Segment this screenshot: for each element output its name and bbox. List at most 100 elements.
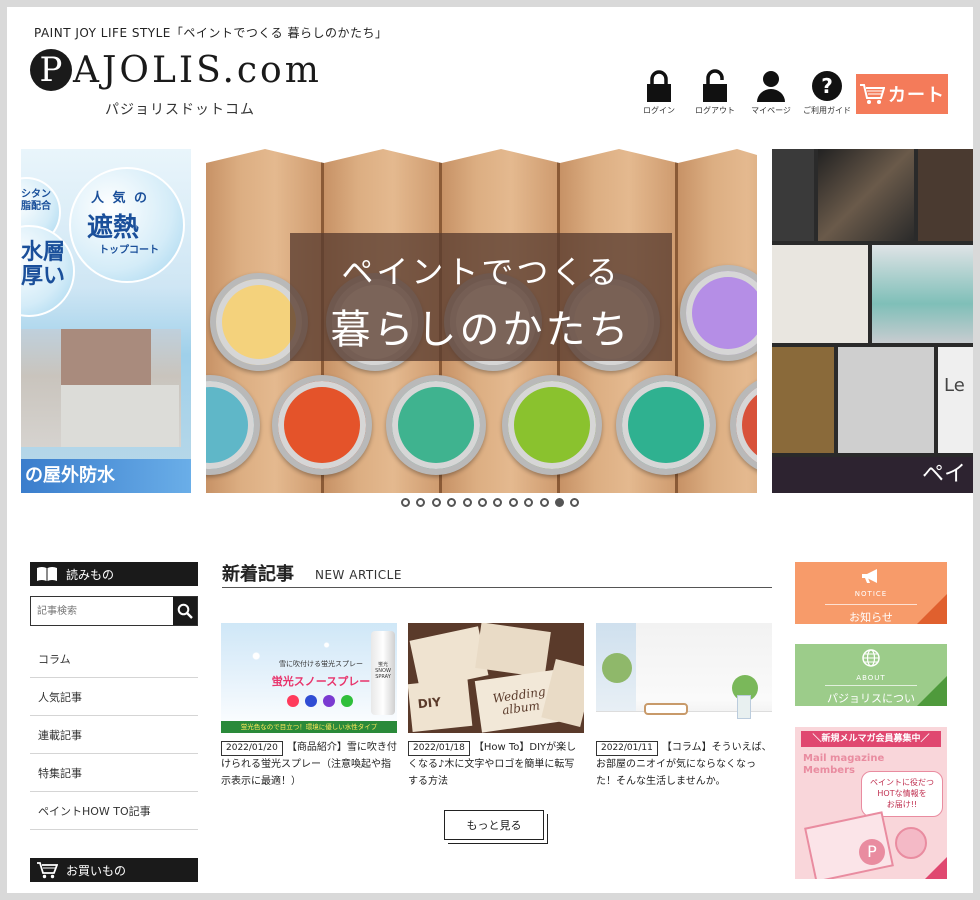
- article-card[interactable]: 2022/01/11 【コラム】そういえば、お部屋のニオイが気にならなくなった！そ…: [596, 623, 772, 790]
- thumb-can: 蛍光 SNOW SPRAY: [371, 631, 395, 715]
- paint-can: [272, 375, 372, 475]
- slide-next[interactable]: Le ペイ: [772, 149, 973, 493]
- slider-dot[interactable]: [416, 498, 426, 507]
- logo-text: AJOLIS.com: [73, 49, 322, 91]
- notice-label: お知らせ: [825, 604, 917, 625]
- mypage-link[interactable]: マイページ: [743, 69, 799, 116]
- search-input[interactable]: [31, 597, 173, 625]
- article-card[interactable]: 雪に吹付ける蛍光スプレー 蛍光スノースプレー 蛍光 SNOW SPRAY 蛍光色…: [221, 623, 397, 790]
- cart-icon: [860, 84, 885, 104]
- section-subtitle: NEW ARTICLE: [315, 568, 402, 582]
- thumb-caption: 蛍光スノースプレー: [271, 675, 371, 688]
- login-link[interactable]: ログイン: [631, 69, 687, 116]
- notice-banner[interactable]: NOTICE お知らせ: [795, 562, 947, 624]
- slide-prev-text: 人 気 の: [91, 191, 150, 206]
- hero-title-line2: 暮らしのかたち: [330, 307, 632, 353]
- search-button[interactable]: [173, 597, 197, 625]
- paint-can: [616, 375, 716, 475]
- cart-label: カート: [888, 85, 945, 106]
- about-banner[interactable]: ABOUT パジョリスについて: [795, 644, 947, 721]
- slide-prev-caption: の屋外防水: [21, 459, 191, 493]
- slide-prev[interactable]: シタン 脂配合 人 気 の 遮熱 トップコート 水層 厚い の屋外防水: [21, 149, 191, 493]
- article-meta: 2022/01/18 【How To】DIYが楽しくなる♪木に文字やロゴを簡単に転…: [408, 739, 584, 790]
- hero-title-line1: ペイントでつくる: [341, 253, 621, 291]
- slide-prev-headline: 遮熱: [87, 213, 140, 243]
- mypage-label: マイページ: [751, 106, 791, 115]
- slider-dot[interactable]: [539, 498, 549, 507]
- slider-dot[interactable]: [431, 498, 441, 507]
- reading-header: 読みもの: [30, 562, 198, 586]
- slide-next-photo: [872, 245, 973, 343]
- article-card[interactable]: DIY Wedding album 2022/01/18 【How To】DIYが…: [408, 623, 584, 790]
- slide-prev-text: トップコート: [99, 245, 159, 256]
- article-thumbnail: 雪に吹付ける蛍光スプレー 蛍光スノースプレー 蛍光 SNOW SPRAY 蛍光色…: [221, 623, 397, 733]
- banner-corner: [917, 594, 947, 624]
- search-icon: [177, 603, 193, 619]
- logo-kana: パジョリスドットコム: [105, 102, 255, 118]
- globe-icon: [862, 649, 880, 667]
- header-nav: ログイン ログアウト マイページ ? ご利用ガイド: [631, 69, 855, 116]
- thumb-caption: 蛍光色なので目立つ！環境に優しい水性タイプ: [221, 721, 397, 733]
- paint-can: [502, 375, 602, 475]
- article-date: 2022/01/11: [596, 741, 658, 756]
- banner-corner: [925, 857, 947, 879]
- thumb-caption: DIY: [408, 677, 473, 733]
- guide-label: ご利用ガイド: [803, 106, 851, 115]
- guide-link[interactable]: ? ご利用ガイド: [799, 69, 855, 116]
- site-tagline: PAINT JOY LIFE STYLE「ペイントでつくる 暮らしのかたち」: [34, 26, 388, 40]
- slider-dot[interactable]: [524, 498, 534, 507]
- user-icon: [757, 71, 785, 102]
- site-logo[interactable]: P AJOLIS.com: [30, 49, 322, 91]
- fence-tops: [206, 149, 757, 163]
- logout-link[interactable]: ログアウト: [687, 69, 743, 116]
- slider-dot[interactable]: [570, 498, 580, 507]
- banner-corner: [917, 676, 947, 706]
- slide-next-photo: [772, 347, 834, 453]
- cart-button[interactable]: カート: [856, 74, 948, 114]
- page: PAINT JOY LIFE STYLE「ペイントでつくる 暮らしのかたち」 P…: [7, 7, 973, 893]
- svg-text:?: ?: [821, 74, 833, 98]
- hero-title-box: ペイントでつくる 暮らしのかたち: [290, 233, 672, 361]
- slide-prev-text: シタン 脂配合: [21, 189, 51, 212]
- section-title: 新着記事: [222, 564, 294, 585]
- slider-dot[interactable]: [447, 498, 457, 507]
- reading-menu: コラム 人気記事 連載記事 特集記事 ペイントHOW TO記事: [30, 640, 198, 830]
- slide-next-photo: [772, 245, 868, 343]
- thumb-caption: 雪に吹付ける蛍光スプレー: [279, 660, 363, 668]
- slide-next-photo: [918, 149, 973, 241]
- slide-next-photo: [772, 149, 814, 241]
- character-icon: [895, 827, 927, 859]
- slider-dot[interactable]: [401, 498, 410, 507]
- article-search: [30, 596, 198, 626]
- shopping-header: お買いもの: [30, 858, 198, 882]
- mail-p-badge: P: [859, 839, 885, 865]
- menu-item-howto[interactable]: ペイントHOW TO記事: [30, 792, 198, 830]
- mail-header: ＼新規メルマガ会員募集中／: [801, 731, 941, 747]
- mail-magazine-banner[interactable]: ＼新規メルマガ会員募集中／ Mail magazine Members ペイント…: [795, 727, 947, 879]
- hero-slide[interactable]: ペイントでつくる 暮らしのかたち: [206, 149, 757, 493]
- section-divider: [222, 587, 772, 588]
- unlock-icon: [703, 69, 727, 102]
- slide-next-text: Le: [938, 347, 973, 453]
- slider-dot[interactable]: [508, 498, 518, 507]
- megaphone-icon: [862, 569, 877, 583]
- menu-item-popular[interactable]: 人気記事: [30, 678, 198, 716]
- menu-item-column[interactable]: コラム: [30, 640, 198, 678]
- shopping-title: お買いもの: [66, 863, 127, 878]
- article-meta: 2022/01/20 【商品紹介】雪に吹き付けられる蛍光スプレー（注意喚起や指示表…: [221, 739, 397, 790]
- slide-prev-text: 水層 厚い: [21, 240, 66, 289]
- article-thumbnail: DIY Wedding album: [408, 623, 584, 733]
- slider-dot[interactable]: [554, 498, 564, 507]
- menu-item-feature[interactable]: 特集記事: [30, 754, 198, 792]
- lock-icon: [647, 70, 671, 102]
- logout-label: ログアウト: [695, 106, 735, 115]
- slide-next-caption: ペイ: [772, 457, 973, 493]
- slider-dot[interactable]: [462, 498, 472, 507]
- slider-dot[interactable]: [477, 498, 487, 507]
- slider-dot[interactable]: [493, 498, 503, 507]
- book-icon: [37, 567, 57, 581]
- more-articles-button[interactable]: もっと見る: [444, 810, 544, 840]
- menu-item-series[interactable]: 連載記事: [30, 716, 198, 754]
- slider-pagination: [401, 498, 586, 507]
- paint-can: [386, 375, 486, 475]
